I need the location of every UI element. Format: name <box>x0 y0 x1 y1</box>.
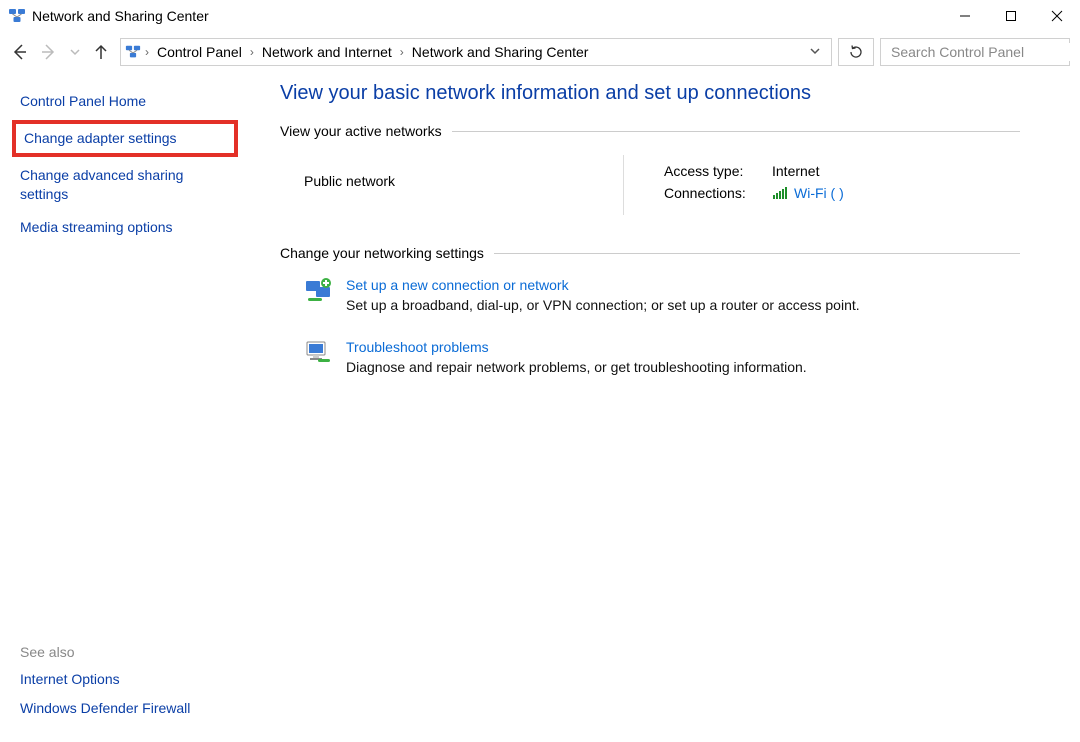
setting-item-new-connection: Set up a new connection or network Set u… <box>304 277 1020 313</box>
search-input[interactable] <box>889 43 1074 61</box>
address-bar[interactable]: › Control Panel › Network and Internet ›… <box>120 38 832 66</box>
setting-description: Set up a broadband, dial-up, or VPN conn… <box>346 297 860 313</box>
access-type-value: Internet <box>772 163 844 179</box>
connections-label: Connections: <box>664 185 764 201</box>
breadcrumb-item[interactable]: Control Panel <box>153 44 246 60</box>
sidebar-home[interactable]: Control Panel Home <box>20 92 230 111</box>
new-connection-icon <box>304 277 332 305</box>
page-heading: View your basic network information and … <box>280 82 1020 105</box>
address-icon <box>125 44 141 60</box>
minimize-button[interactable] <box>942 0 988 32</box>
sidebar-link-change-sharing[interactable]: Change advanced sharing settings <box>20 166 230 204</box>
breadcrumb-item[interactable]: Network and Sharing Center <box>408 44 593 60</box>
active-networks-panel: Public network Access type: Internet Con… <box>280 155 1020 215</box>
see-also-heading: See also <box>20 644 230 660</box>
setting-description: Diagnose and repair network problems, or… <box>346 359 807 375</box>
section-title: View your active networks <box>280 123 442 139</box>
setting-title[interactable]: Set up a new connection or network <box>346 277 860 293</box>
connection-link[interactable]: Wi-Fi ( ) <box>794 185 844 201</box>
toolbar: › Control Panel › Network and Internet ›… <box>0 32 1080 72</box>
access-type-label: Access type: <box>664 163 764 179</box>
chevron-right-icon[interactable]: › <box>143 45 151 59</box>
wifi-signal-icon <box>772 185 788 201</box>
title-bar: Network and Sharing Center <box>0 0 1080 32</box>
divider <box>452 131 1020 132</box>
window-icon <box>8 7 26 25</box>
network-type: Public network <box>304 155 624 215</box>
close-button[interactable] <box>1034 0 1080 32</box>
section-title: Change your networking settings <box>280 245 484 261</box>
breadcrumb-item[interactable]: Network and Internet <box>258 44 396 60</box>
section-change-settings: Change your networking settings <box>280 245 1020 261</box>
troubleshoot-icon <box>304 339 332 367</box>
setting-item-troubleshoot: Troubleshoot problems Diagnose and repai… <box>304 339 1020 375</box>
content: View your basic network information and … <box>240 82 1080 742</box>
search-box[interactable] <box>880 38 1070 66</box>
chevron-right-icon[interactable]: › <box>248 45 256 59</box>
maximize-button[interactable] <box>988 0 1034 32</box>
back-button[interactable] <box>10 43 28 61</box>
sidebar-link-change-adapter[interactable]: Change adapter settings <box>12 120 238 157</box>
window-controls <box>942 0 1080 32</box>
up-button[interactable] <box>92 43 110 61</box>
nav-buttons <box>10 43 110 61</box>
address-dropdown[interactable] <box>803 44 827 60</box>
sidebar: Control Panel Home Change adapter settin… <box>0 82 240 742</box>
setting-title[interactable]: Troubleshoot problems <box>346 339 807 355</box>
recent-locations-button[interactable] <box>70 44 80 60</box>
window-title: Network and Sharing Center <box>32 8 209 24</box>
section-active-networks: View your active networks <box>280 123 1020 139</box>
divider <box>494 253 1020 254</box>
forward-button[interactable] <box>40 43 58 61</box>
network-type-label: Public network <box>304 173 395 189</box>
sidebar-link-media-streaming[interactable]: Media streaming options <box>20 218 230 237</box>
refresh-button[interactable] <box>838 38 874 66</box>
see-also-link[interactable]: Internet Options <box>20 670 230 689</box>
see-also-link[interactable]: Windows Defender Firewall <box>20 699 230 718</box>
see-also: See also Internet Options Windows Defend… <box>20 644 230 732</box>
chevron-right-icon[interactable]: › <box>398 45 406 59</box>
